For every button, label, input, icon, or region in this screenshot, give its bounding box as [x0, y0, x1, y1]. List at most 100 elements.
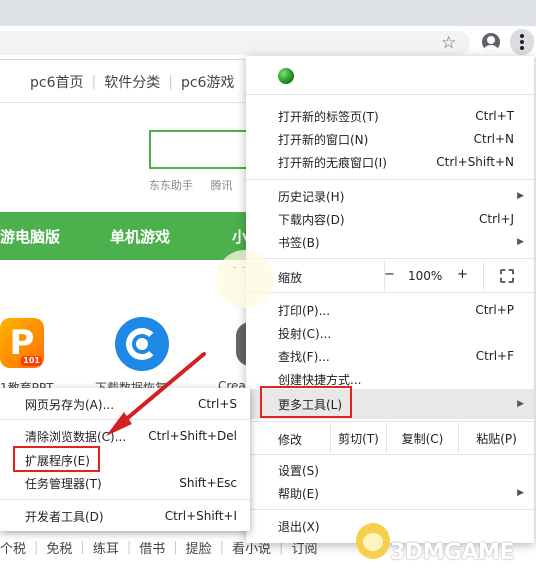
- tag-link[interactable]: 免税: [46, 538, 72, 557]
- menu-item-cast[interactable]: 投射(C)...: [278, 322, 514, 344]
- menu-item-settings[interactable]: 设置(S): [278, 459, 514, 481]
- chrome-main-menu: 打开新的标签页(T) Ctrl+T 打开新的窗口(N) Ctrl+N 打开新的无痕窗…: [246, 56, 534, 543]
- nav-separator: |: [91, 74, 97, 90]
- watermark-logo: 3DMGAME: [390, 540, 514, 565]
- app-badge: 101: [21, 356, 42, 366]
- hot-words: 东东助手 腾讯: [149, 177, 247, 193]
- menu-item-label: 书签(B): [278, 235, 320, 250]
- submenu-arrow-icon: ▶: [517, 237, 524, 247]
- zoom-row: 缩放 − 100% +: [246, 261, 534, 291]
- menu-item-label: 打开新的标签页(T): [278, 109, 379, 124]
- cut-button[interactable]: 剪切(T): [330, 423, 386, 453]
- tag-link[interactable]: 借书: [139, 538, 165, 557]
- menu-separator: [246, 421, 534, 422]
- category-bar: 游电脑版 单机游戏 小: [0, 212, 250, 260]
- paste-button[interactable]: 粘贴(P): [458, 423, 534, 453]
- profile-avatar-icon[interactable]: [482, 33, 500, 51]
- submenu-item-label: 开发者工具(D): [25, 509, 104, 524]
- submenu-item-shortcut: Shift+Esc: [179, 476, 237, 490]
- ppt-app-icon[interactable]: P 101: [0, 318, 44, 368]
- highlight-box: [13, 446, 100, 472]
- copy-button[interactable]: 复制(C): [386, 423, 458, 453]
- zoom-in-button[interactable]: +: [457, 267, 468, 282]
- submenu-arrow-icon: ▶: [517, 399, 524, 409]
- menu-item-shortcut: Ctrl+T: [475, 109, 514, 123]
- submenu-arrow-icon: ▶: [517, 191, 524, 201]
- menu-item-print[interactable]: 打印(P)... Ctrl+P: [278, 299, 514, 321]
- tag-separator: |: [219, 539, 225, 555]
- submenu-item-shortcut: Ctrl+Shift+I: [164, 509, 237, 523]
- category-link[interactable]: 游电脑版: [0, 226, 60, 247]
- menu-item-label: 下载内容(D): [278, 212, 345, 227]
- submenu-item-clear-data[interactable]: 清除浏览数据(C)... Ctrl+Shift+Del: [25, 425, 237, 447]
- menu-item-label: 投射(C)...: [278, 326, 332, 341]
- category-link[interactable]: 小: [232, 226, 247, 247]
- menu-item-history[interactable]: 历史记录(H) ▶: [278, 185, 524, 207]
- menu-item-label: 历史记录(H): [278, 189, 345, 204]
- edit-row: 修改 剪切(T) 复制(C) 粘贴(P): [246, 423, 534, 453]
- menu-item-label: 打开新的无痕窗口(I): [278, 155, 387, 170]
- hot-word-link[interactable]: 腾讯: [211, 179, 233, 192]
- menu-separator: [246, 454, 534, 455]
- menu-item-bookmarks[interactable]: 书签(B) ▶: [278, 231, 524, 253]
- address-bar[interactable]: [0, 31, 470, 55]
- nav-link-games[interactable]: pc6游戏: [181, 72, 235, 92]
- menu-item-shortcut: Ctrl+F: [475, 349, 514, 363]
- menu-item-help[interactable]: 帮助(E) ▶: [278, 482, 524, 504]
- submenu-item-shortcut: Ctrl+Shift+Del: [148, 429, 237, 443]
- more-tools-submenu: 网页另存为(A)... Ctrl+S 清除浏览数据(C)... Ctrl+Shift…: [0, 388, 250, 531]
- menu-item-shortcut: Ctrl+J: [479, 212, 514, 226]
- bookmark-star-icon[interactable]: ☆: [441, 33, 456, 53]
- menu-separator: [246, 509, 534, 510]
- extension-icon[interactable]: [278, 68, 294, 84]
- data-recovery-app-icon[interactable]: [115, 317, 169, 371]
- tag-link[interactable]: 个税: [0, 538, 26, 557]
- tab-strip: [0, 0, 536, 26]
- submenu-item-label: 清除浏览数据(C)...: [25, 429, 127, 444]
- zoom-label: 缩放: [278, 271, 303, 285]
- submenu-separator: [0, 499, 250, 500]
- site-nav: pc6首页 | 软件分类 | pc6游戏: [30, 70, 234, 94]
- category-link[interactable]: 单机游戏: [110, 226, 170, 247]
- chrome-menu-button[interactable]: [510, 29, 534, 55]
- mascot-watermark-icon: [216, 250, 274, 308]
- nav-link-categories[interactable]: 软件分类: [104, 72, 160, 92]
- edit-label: 修改: [278, 433, 303, 447]
- menu-item-label: 设置(S): [278, 463, 319, 478]
- menu-item-shortcut: Ctrl+Shift+N: [436, 155, 514, 169]
- menu-separator: [246, 292, 534, 293]
- zoom-value: 100%: [408, 269, 443, 283]
- nav-separator: |: [168, 74, 173, 90]
- fullscreen-icon[interactable]: [500, 269, 514, 283]
- dot-icon: [520, 40, 524, 44]
- site-search-input[interactable]: [149, 130, 250, 169]
- submenu-item-label: 网页另存为(A)...: [25, 397, 115, 412]
- menu-item-incognito[interactable]: 打开新的无痕窗口(I) Ctrl+Shift+N: [278, 151, 514, 173]
- menu-item-find[interactable]: 查找(F)... Ctrl+F: [278, 345, 514, 367]
- menu-item-label: 打印(P)...: [278, 303, 331, 318]
- zoom-divider: [483, 261, 484, 291]
- menu-item-new-window[interactable]: 打开新的窗口(N) Ctrl+N: [278, 128, 514, 150]
- menu-item-downloads[interactable]: 下载内容(D) Ctrl+J: [278, 208, 514, 230]
- menu-item-label: 创建快捷方式...: [278, 372, 362, 387]
- tag-link[interactable]: 练耳: [93, 538, 119, 557]
- menu-item-shortcut: Ctrl+N: [473, 132, 514, 146]
- menu-item-label: 打开新的窗口(N): [278, 132, 369, 147]
- submenu-item-label: 任务管理器(T): [25, 476, 102, 491]
- submenu-item-devtools[interactable]: 开发者工具(D) Ctrl+Shift+I: [25, 505, 237, 527]
- tag-separator: |: [80, 539, 85, 555]
- menu-item-new-tab[interactable]: 打开新的标签页(T) Ctrl+T: [278, 105, 514, 127]
- dot-icon: [520, 46, 524, 50]
- dot-icon: [520, 34, 524, 38]
- menu-separator: [246, 94, 534, 95]
- hot-word-link[interactable]: 东东助手: [149, 179, 193, 192]
- page-divider: [0, 102, 250, 103]
- submenu-item-task-manager[interactable]: 任务管理器(T) Shift+Esc: [25, 472, 237, 494]
- menu-item-exit[interactable]: 退出(X): [278, 515, 514, 537]
- zoom-out-button[interactable]: −: [384, 267, 395, 282]
- menu-item-label: 帮助(E): [278, 486, 319, 501]
- submenu-item-save-page[interactable]: 网页另存为(A)... Ctrl+S: [25, 393, 237, 415]
- tag-link[interactable]: 提脸: [186, 538, 212, 557]
- nav-link-home[interactable]: pc6首页: [30, 72, 84, 92]
- submenu-item-shortcut: Ctrl+S: [197, 397, 237, 411]
